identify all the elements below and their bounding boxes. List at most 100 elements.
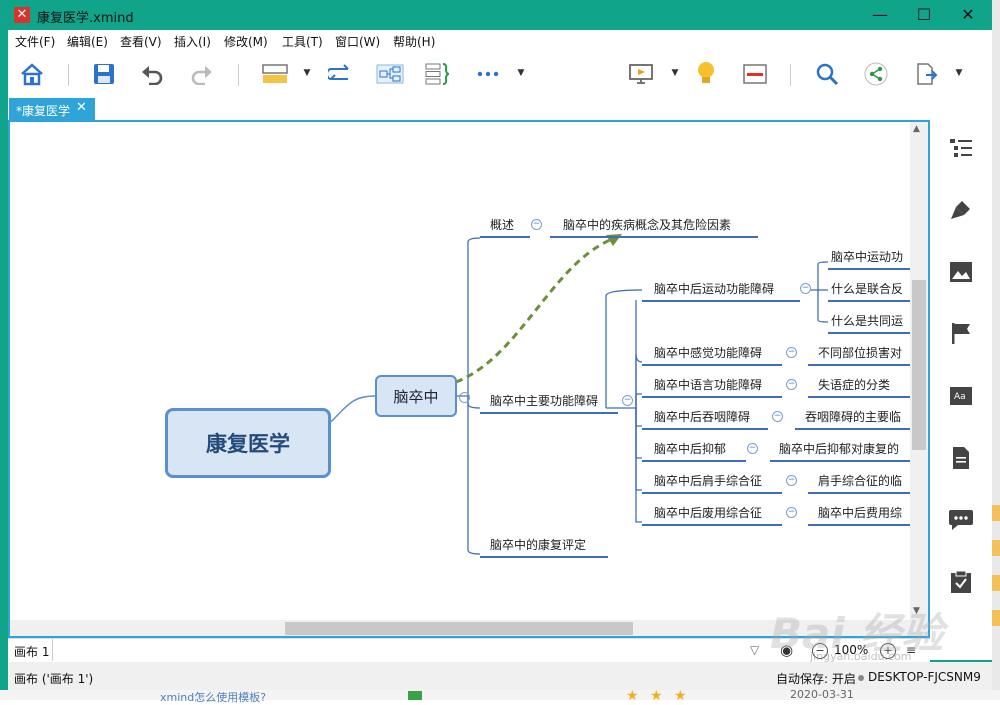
close-window-button[interactable]: ✕ bbox=[948, 4, 988, 26]
topic-leaf[interactable]: 吞咽障碍的主要临 bbox=[805, 408, 901, 425]
collapse-icon[interactable]: − bbox=[747, 443, 758, 454]
topic-underline bbox=[642, 524, 782, 526]
topic-main-dysfunction[interactable]: 脑卒中主要功能障碍 bbox=[490, 392, 598, 409]
chevron-down-icon[interactable]: ▼ bbox=[302, 68, 312, 78]
notes-icon[interactable] bbox=[945, 442, 977, 474]
search-icon[interactable] bbox=[813, 60, 841, 88]
collapse-icon[interactable]: − bbox=[786, 347, 797, 358]
mindmap-canvas[interactable]: 康复医学 脑卒中 − 概述 − 脑卒中的疾病概念及其危险因素 脑卒中主要功能障碍… bbox=[10, 122, 910, 622]
topic-underline bbox=[550, 236, 758, 238]
topic-underline bbox=[642, 460, 746, 462]
topic-leaf[interactable]: 脑卒中后抑郁对康复的 bbox=[779, 440, 899, 457]
topic-dysfunction[interactable]: 脑卒中语言功能障碍 bbox=[654, 376, 762, 393]
menu-insert[interactable]: 插入(I) bbox=[174, 33, 211, 50]
topic-dysfunction[interactable]: 脑卒中感觉功能障碍 bbox=[654, 344, 762, 361]
star-icon: ★ bbox=[674, 688, 687, 704]
collapse-icon[interactable]: − bbox=[800, 283, 811, 294]
collapse-icon[interactable]: − bbox=[531, 219, 542, 230]
topic-leaf[interactable]: 失语症的分类 bbox=[818, 376, 890, 393]
text-style-icon[interactable]: Aa bbox=[945, 380, 977, 412]
topic-leaf[interactable]: 肩手综合征的临 bbox=[818, 472, 902, 489]
sheet-tab-label: 画布 1 bbox=[14, 645, 50, 659]
menu-help[interactable]: 帮助(H) bbox=[393, 33, 435, 50]
topic-underline bbox=[770, 460, 910, 462]
menu-tools[interactable]: 工具(T) bbox=[282, 33, 323, 50]
collapse-icon[interactable]: − bbox=[786, 475, 797, 486]
vertical-scroll-thumb[interactable] bbox=[912, 280, 926, 450]
background-tab-marker bbox=[992, 610, 1000, 626]
horizontal-scroll-thumb[interactable] bbox=[285, 622, 633, 635]
share-icon[interactable] bbox=[862, 60, 890, 88]
topic-underline bbox=[808, 524, 910, 526]
topic-assessment[interactable]: 脑卒中的康复评定 bbox=[490, 536, 586, 553]
maximize-button[interactable]: ☐ bbox=[904, 4, 944, 26]
topic-overview[interactable]: 概述 bbox=[490, 216, 514, 233]
chevron-down-icon[interactable]: ▼ bbox=[516, 68, 526, 78]
chevron-down-icon[interactable]: ▼ bbox=[954, 68, 964, 78]
topic-underline bbox=[828, 300, 910, 302]
connector-lines bbox=[330, 234, 829, 555]
topic-overview-child[interactable]: 脑卒中的疾病概念及其危险因素 bbox=[563, 216, 731, 233]
background-link-text: xmind怎么使用模板? bbox=[160, 691, 267, 704]
menu-modify[interactable]: 修改(M) bbox=[224, 33, 268, 50]
presentation-icon[interactable] bbox=[627, 60, 655, 88]
outline-list-icon[interactable] bbox=[945, 132, 977, 164]
summary-icon[interactable] bbox=[424, 60, 452, 88]
menu-view[interactable]: 查看(V) bbox=[120, 33, 162, 50]
task-icon[interactable] bbox=[945, 566, 977, 598]
collapse-icon[interactable]: − bbox=[772, 411, 783, 422]
undo-icon[interactable] bbox=[138, 60, 166, 88]
topic-dysfunction[interactable]: 脑卒中后运动功能障碍 bbox=[654, 280, 774, 297]
scroll-up-icon[interactable]: ▲ bbox=[913, 124, 920, 134]
more-icon[interactable] bbox=[474, 60, 502, 88]
main-topic[interactable]: 脑卒中 bbox=[375, 375, 457, 417]
tab-strip bbox=[8, 96, 992, 120]
tab-label: *康复医学 bbox=[16, 104, 71, 118]
topic-leaf[interactable]: 什么是共同运 bbox=[831, 312, 903, 329]
topic-leaf[interactable]: 脑卒中后费用综 bbox=[818, 504, 902, 521]
save-icon[interactable] bbox=[90, 60, 118, 88]
chevron-down-icon[interactable]: ▼ bbox=[670, 68, 680, 78]
format-brush-icon[interactable] bbox=[945, 194, 977, 226]
toolbar-separator bbox=[68, 64, 69, 86]
structure-icon[interactable] bbox=[376, 60, 404, 88]
collapse-icon[interactable]: − bbox=[786, 507, 797, 518]
topic-underline bbox=[642, 300, 800, 302]
relationship-icon[interactable] bbox=[327, 60, 355, 88]
topic-dysfunction[interactable]: 脑卒中后废用综合征 bbox=[654, 504, 762, 521]
collapse-icon[interactable]: − bbox=[786, 379, 797, 390]
menu-file[interactable]: 文件(F) bbox=[15, 33, 55, 50]
image-icon[interactable] bbox=[945, 256, 977, 288]
export-icon[interactable] bbox=[912, 60, 940, 88]
topic-underline bbox=[642, 364, 782, 366]
topic-underline bbox=[480, 556, 608, 558]
topic-leaf[interactable]: 什么是联合反 bbox=[831, 280, 903, 297]
outline-icon[interactable] bbox=[741, 60, 769, 88]
collapse-icon[interactable]: − bbox=[459, 392, 470, 403]
home-icon[interactable] bbox=[18, 60, 46, 88]
comment-icon[interactable] bbox=[945, 504, 977, 536]
topic-underline bbox=[828, 332, 910, 334]
collapse-icon[interactable]: − bbox=[622, 395, 633, 406]
topic-dysfunction[interactable]: 脑卒中后抑郁 bbox=[654, 440, 726, 457]
menu-window[interactable]: 窗口(W) bbox=[335, 33, 380, 50]
topic-leaf[interactable]: 不同部位损害对 bbox=[818, 344, 902, 361]
filter-icon[interactable]: ▽ bbox=[750, 643, 759, 657]
background-tab-marker bbox=[992, 575, 1000, 591]
background-tab-marker bbox=[992, 540, 1000, 556]
idea-icon[interactable] bbox=[692, 59, 720, 87]
topic-dysfunction[interactable]: 脑卒中后吞咽障碍 bbox=[654, 408, 750, 425]
status-computer-name: DESKTOP-FJCSNM9 bbox=[868, 670, 981, 684]
status-autosave[interactable]: 自动保存: 开启 bbox=[776, 670, 856, 687]
minimize-button[interactable]: — bbox=[860, 4, 900, 26]
menu-edit[interactable]: 编辑(E) bbox=[67, 33, 108, 50]
close-icon[interactable]: ✕ bbox=[76, 100, 87, 115]
marker-flag-icon[interactable] bbox=[945, 317, 977, 349]
topic-dysfunction[interactable]: 脑卒中后肩手综合征 bbox=[654, 472, 762, 489]
topic-underline bbox=[480, 412, 618, 414]
topic-leaf[interactable]: 脑卒中运动功 bbox=[831, 248, 903, 265]
topic-style-icon[interactable] bbox=[261, 60, 289, 88]
window-title: 康复医学.xmind bbox=[37, 11, 134, 26]
central-topic[interactable]: 康复医学 bbox=[165, 408, 331, 478]
redo-icon[interactable] bbox=[188, 60, 216, 88]
